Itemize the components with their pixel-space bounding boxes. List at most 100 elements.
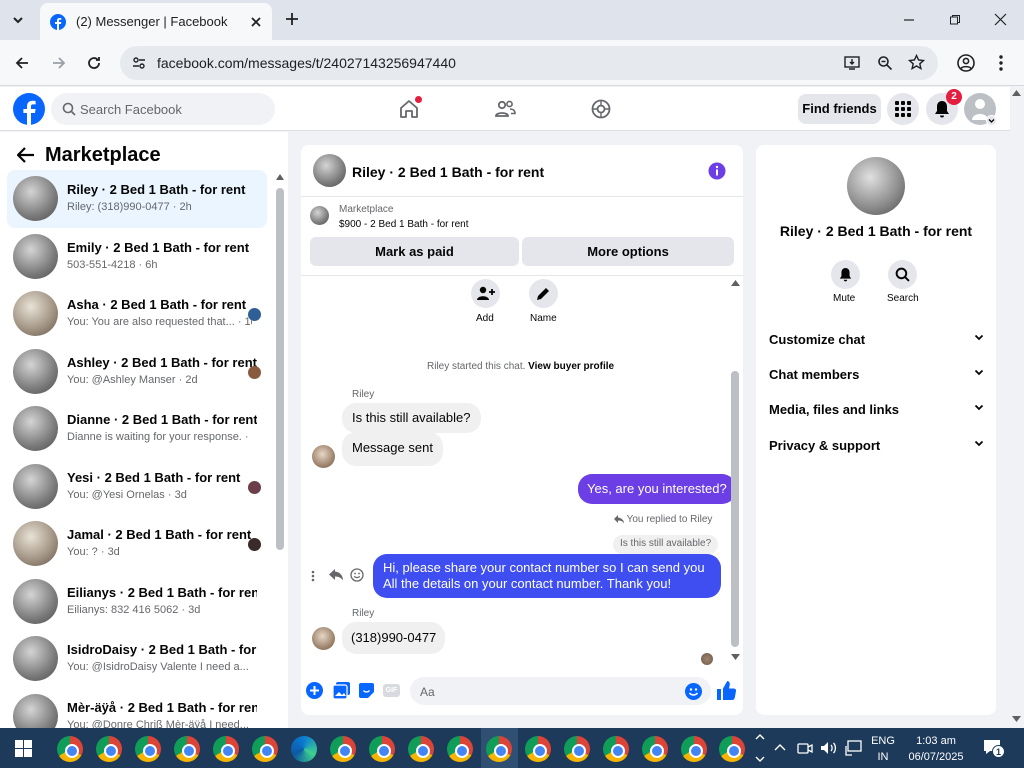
conversation-item[interactable]: Riley · 2 Bed 1 Bath - for rent Riley: (…: [7, 170, 267, 228]
scroll-up-icon[interactable]: [276, 174, 284, 180]
media-files-links-row[interactable]: Media, files and links: [769, 402, 984, 417]
conversation-item[interactable]: Dianne · 2 Bed 1 Bath - for rent Dianne …: [7, 400, 267, 458]
list-scrollbar-thumb[interactable]: [276, 188, 284, 550]
site-settings-icon[interactable]: [132, 56, 146, 70]
bookmark-star-icon[interactable]: [908, 54, 925, 71]
quoted-message[interactable]: Is this still available?: [613, 535, 719, 554]
more-options-button[interactable]: More options: [522, 237, 734, 266]
forward-icon[interactable]: [51, 55, 67, 71]
chrome-taskbar-icon[interactable]: [135, 736, 161, 762]
chat-title[interactable]: Riley · 2 Bed 1 Bath - for rent: [352, 164, 544, 180]
gif-icon[interactable]: GIF: [383, 684, 400, 697]
taskbar-scroll-icon[interactable]: [755, 732, 765, 764]
conversation-item[interactable]: Jamal · 2 Bed 1 Bath - for rent You: ? ·…: [7, 515, 267, 573]
chat-scrollbar-thumb[interactable]: [731, 371, 739, 647]
react-emoji-icon[interactable]: [350, 568, 364, 582]
chat-thumbnail[interactable]: [313, 154, 346, 187]
view-buyer-profile-link[interactable]: View buyer profile: [528, 361, 614, 372]
meet-now-icon[interactable]: [797, 740, 813, 756]
language-indicator[interactable]: ENG IN: [871, 733, 895, 765]
sender-avatar[interactable]: [312, 627, 335, 650]
conversation-item[interactable]: IsidroDaisy · 2 Bed 1 Bath - for r... Yo…: [7, 630, 267, 688]
close-window-icon[interactable]: [994, 13, 1007, 26]
search-in-chat-button[interactable]: [888, 260, 917, 289]
find-friends-button[interactable]: Find friends: [798, 94, 881, 124]
add-person-button[interactable]: [471, 279, 500, 308]
conversation-item[interactable]: Mèr-äÿå · 2 Bed 1 Bath - for rent You: @…: [7, 688, 267, 728]
listing-photo[interactable]: [847, 157, 905, 215]
reload-icon[interactable]: [86, 55, 102, 71]
message-more-icon[interactable]: [311, 570, 315, 582]
conversation-item[interactable]: Emily · 2 Bed 1 Bath - for rent 503-551-…: [7, 228, 267, 286]
browser-tab[interactable]: (2) Messenger | Facebook: [40, 3, 272, 40]
incoming-message[interactable]: Is this still available?: [342, 403, 481, 433]
chrome-taskbar-icon[interactable]: [486, 736, 512, 762]
minimize-icon[interactable]: [903, 14, 915, 26]
sender-avatar[interactable]: [312, 445, 335, 468]
clock[interactable]: 1:03 am 06/07/2025: [905, 733, 967, 765]
message-input[interactable]: Aa: [410, 677, 711, 705]
chrome-taskbar-icon[interactable]: [408, 736, 434, 762]
show-hidden-icons-icon[interactable]: [774, 743, 786, 751]
chrome-taskbar-icon[interactable]: [681, 736, 707, 762]
chrome-taskbar-icon[interactable]: [719, 736, 745, 762]
browser-menu-icon[interactable]: [998, 54, 1004, 72]
edge-taskbar-icon[interactable]: [291, 736, 317, 762]
outgoing-message[interactable]: Yes, are you interested?: [578, 474, 736, 504]
chrome-taskbar-icon[interactable]: [174, 736, 200, 762]
conversation-item[interactable]: Yesi · 2 Bed 1 Bath - for rent You: @Yes…: [7, 458, 267, 516]
chrome-taskbar-icon[interactable]: [564, 736, 590, 762]
listing-price[interactable]: $900 - 2 Bed 1 Bath - for rent: [339, 219, 469, 230]
chrome-taskbar-icon[interactable]: [447, 736, 473, 762]
facebook-logo-icon[interactable]: [13, 93, 45, 125]
chrome-taskbar-icon[interactable]: [252, 736, 278, 762]
chrome-taskbar-icon[interactable]: [369, 736, 395, 762]
privacy-support-row[interactable]: Privacy & support: [769, 438, 984, 453]
edit-name-button[interactable]: [529, 279, 558, 308]
new-tab-icon[interactable]: [285, 12, 299, 26]
conversation-item[interactable]: Asha · 2 Bed 1 Bath - for rent You: You …: [7, 285, 267, 343]
page-scroll-down-icon[interactable]: [1012, 716, 1021, 722]
chat-members-row[interactable]: Chat members: [769, 367, 984, 382]
chrome-taskbar-icon[interactable]: [96, 736, 122, 762]
chrome-taskbar-icon[interactable]: [57, 736, 83, 762]
back-arrow-icon[interactable]: [17, 147, 35, 163]
chat-scroll-up-icon[interactable]: [731, 280, 740, 286]
outgoing-message[interactable]: Hi, please share your contact number so …: [373, 554, 721, 598]
chrome-taskbar-icon[interactable]: [330, 736, 356, 762]
network-icon[interactable]: [845, 740, 862, 756]
conversation-item[interactable]: Eilianys · 2 Bed 1 Bath - for rent Eilia…: [7, 573, 267, 631]
chrome-taskbar-icon[interactable]: [213, 736, 239, 762]
windows-start-icon[interactable]: [15, 740, 32, 757]
mute-button[interactable]: [831, 260, 860, 289]
menu-grid-button[interactable]: [887, 93, 919, 125]
facebook-search-input[interactable]: Search Facebook: [51, 93, 275, 125]
mark-as-paid-button[interactable]: Mark as paid: [310, 237, 519, 266]
emoji-icon[interactable]: [685, 683, 702, 700]
page-scroll-up-icon[interactable]: [1012, 90, 1021, 96]
maximize-icon[interactable]: [949, 14, 961, 26]
friends-icon[interactable]: [494, 98, 516, 120]
address-bar[interactable]: facebook.com/messages/t/2402714325694744…: [120, 46, 938, 80]
photo-icon[interactable]: [333, 682, 350, 699]
incoming-message[interactable]: Message sent: [342, 432, 443, 466]
profile-icon[interactable]: [957, 54, 975, 72]
chrome-taskbar-icon[interactable]: [603, 736, 629, 762]
close-tab-icon[interactable]: [250, 16, 262, 28]
tab-list-icon[interactable]: [10, 12, 26, 28]
info-icon[interactable]: [708, 162, 726, 180]
chat-scroll-down-icon[interactable]: [731, 654, 740, 660]
gaming-icon[interactable]: [590, 98, 612, 120]
chrome-taskbar-icon[interactable]: [525, 736, 551, 762]
account-chevron-icon[interactable]: [986, 115, 997, 126]
install-app-icon[interactable]: [844, 55, 860, 71]
volume-icon[interactable]: [820, 740, 837, 756]
conversation-item[interactable]: Ashley · 2 Bed 1 Bath - for rent You: @A…: [7, 343, 267, 401]
incoming-message[interactable]: (318)990-0477: [342, 622, 446, 654]
more-actions-icon[interactable]: [306, 682, 323, 699]
chrome-taskbar-icon[interactable]: [642, 736, 668, 762]
sticker-icon[interactable]: [358, 682, 375, 699]
thumbs-up-icon[interactable]: [716, 681, 736, 700]
back-icon[interactable]: [14, 55, 30, 71]
zoom-icon[interactable]: [877, 55, 893, 71]
